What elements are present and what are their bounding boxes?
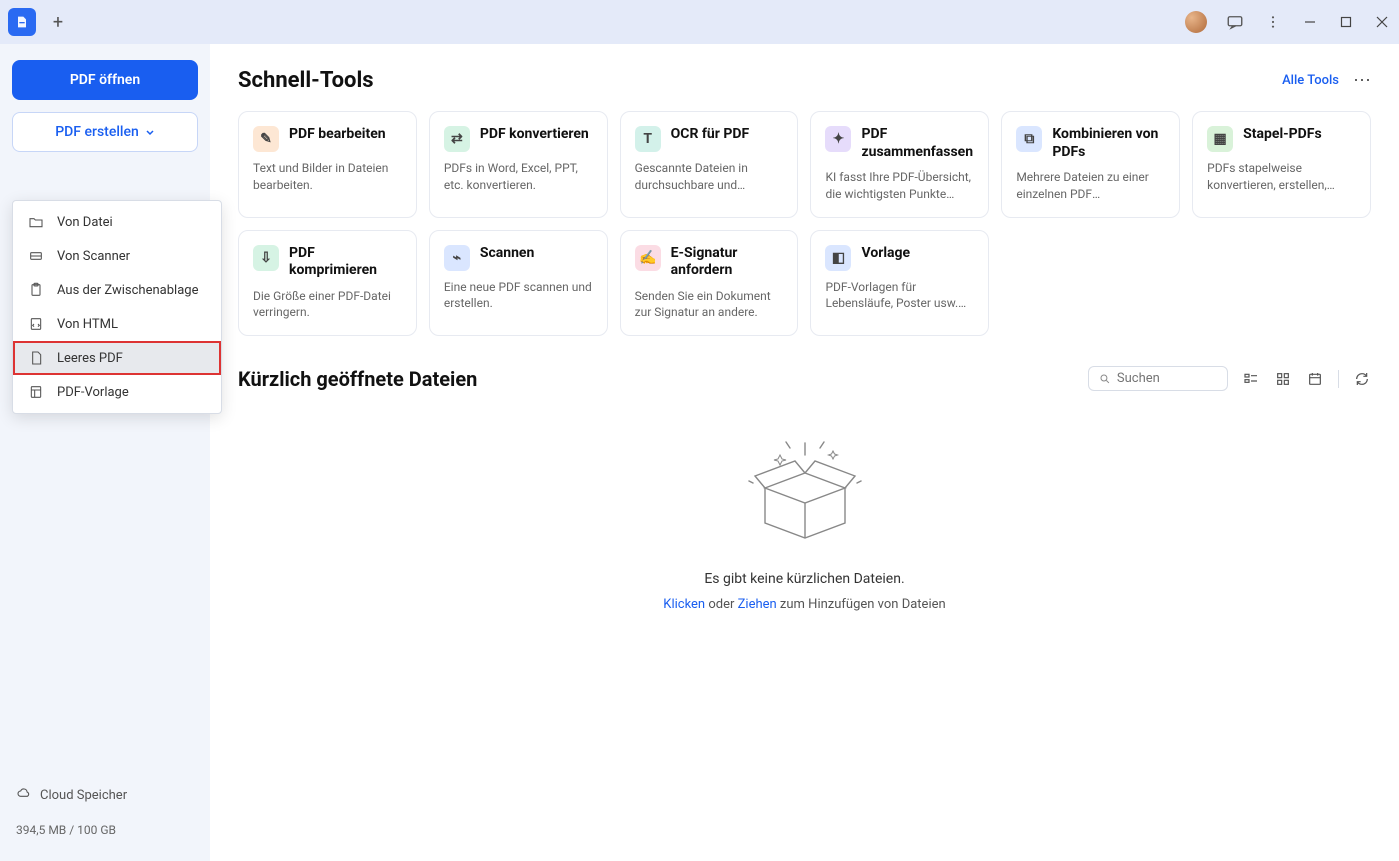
sidebar: PDF öffnen PDF erstellen PDFelement Clou… [0,44,210,861]
tool-title: PDF komprimieren [289,245,402,280]
storage-usage: 394,5 MB / 100 GB [16,823,194,837]
tool-title: E-Signatur anfordern [671,245,784,280]
tool-title: PDF konvertieren [480,126,589,144]
tool-icon: ✍ [635,245,661,271]
more-dots-icon[interactable]: ⋯ [1353,70,1371,91]
template-icon [27,383,45,401]
drag-link[interactable]: Ziehen [738,597,777,612]
tool-card[interactable]: ⇄ PDF konvertieren PDFs in Word, Excel, PP… [429,111,608,218]
avatar[interactable] [1185,11,1207,33]
view-grid-icon[interactable] [1274,370,1292,388]
refresh-icon[interactable] [1353,370,1371,388]
open-pdf-button[interactable]: PDF öffnen [12,60,198,100]
chevron-down-icon [145,127,155,137]
tool-desc: PDFs in Word, Excel, PPT, etc. konvertie… [444,160,593,194]
tool-desc: Die Größe einer PDF-Datei verringern. [253,288,402,322]
view-list-icon[interactable] [1242,370,1260,388]
tool-card[interactable]: ⇩ PDF komprimieren Die Größe einer PDF-Dat… [238,230,417,337]
menu-dots-icon[interactable] [1263,12,1283,32]
tool-title: Scannen [480,245,535,263]
clipboard-icon [27,281,45,299]
tool-card[interactable]: ⧉ Kombinieren von PDFs Mehrere Dateien zu … [1001,111,1180,218]
tool-card[interactable]: ✎ PDF bearbeiten Text und Bilder in Dateie… [238,111,417,218]
tool-card[interactable]: ▦ Stapel-PDFs PDFs stapelweise konvertiere… [1192,111,1371,218]
tool-title: PDF bearbeiten [289,126,386,144]
recent-files-title: Kürzlich geöffnete Dateien [238,367,477,391]
empty-text: Es gibt keine kürzlichen Dateien. [704,571,904,587]
tool-desc: Text und Bilder in Dateien bearbeiten. [253,160,402,194]
menu-blank-pdf[interactable]: Leeres PDF [13,341,221,375]
menu-label: Von Scanner [57,249,130,264]
tool-card[interactable]: T OCR für PDF Gescannte Dateien in durchsu… [620,111,799,218]
menu-label: Von Datei [57,215,113,230]
tool-desc: Eine neue PDF scannen und erstellen. [444,279,593,313]
search-box[interactable] [1088,366,1228,391]
divider [1338,370,1339,388]
click-link[interactable]: Klicken [663,597,705,612]
search-input[interactable] [1117,371,1217,386]
tool-icon: ⇩ [253,245,279,271]
menu-label: PDF-Vorlage [57,385,129,400]
tool-desc: KI fasst Ihre PDF-Übersicht, die wichtig… [825,169,974,203]
close-button[interactable] [1373,13,1391,31]
app-logo [8,8,36,36]
create-pdf-dropdown: Von Datei Von Scanner Aus der Zwischenab… [12,200,222,414]
tool-icon: ⇄ [444,126,470,152]
empty-subtitle: Klicken oder Ziehen zum Hinzufügen von D… [663,597,945,612]
tools-grid: ✎ PDF bearbeiten Text und Bilder in Dateie… [238,111,1371,336]
menu-pdf-template[interactable]: PDF-Vorlage [13,375,221,409]
empty-state: Es gibt keine kürzlichen Dateien. Klicke… [238,403,1371,612]
tool-desc: PDFs stapelweise konvertieren, erstellen… [1207,160,1356,194]
create-pdf-label: PDF erstellen [55,124,139,140]
blank-file-icon [27,349,45,367]
html-icon [27,315,45,333]
menu-from-scanner[interactable]: Von Scanner [13,239,221,273]
tool-title: Kombinieren von PDFs [1052,126,1165,161]
menu-from-clipboard[interactable]: Aus der Zwischenablage [13,273,221,307]
tool-icon: ✦ [825,126,851,152]
menu-from-html[interactable]: Von HTML [13,307,221,341]
menu-from-file[interactable]: Von Datei [13,205,221,239]
folder-icon [27,213,45,231]
tool-title: PDF zusammenfassen [861,126,974,161]
sidebar-footer: Cloud Speicher 394,5 MB / 100 GB [12,777,198,845]
maximize-button[interactable] [1337,13,1355,31]
titlebar: + [0,0,1399,44]
feedback-icon[interactable] [1225,12,1245,32]
tool-card[interactable]: ✍ E-Signatur anfordern Senden Sie ein Doku… [620,230,799,337]
tool-icon: T [635,126,661,152]
minimize-button[interactable] [1301,13,1319,31]
tool-card[interactable]: ◧ Vorlage PDF-Vorlagen für Lebensläufe, Po… [810,230,989,337]
menu-label: Aus der Zwischenablage [57,283,198,298]
tool-title: Vorlage [861,245,910,263]
quick-tools-title: Schnell-Tools [238,68,374,93]
tool-icon: ⧉ [1016,126,1042,152]
tool-title: OCR für PDF [671,126,750,144]
cloud-storage-row[interactable]: Cloud Speicher [16,785,194,805]
tool-card[interactable]: ⌁ Scannen Eine neue PDF scannen und erstel… [429,230,608,337]
main-content: Schnell-Tools Alle Tools ⋯ ✎ PDF bearbeit… [210,44,1399,861]
tool-icon: ⌁ [444,245,470,271]
tool-desc: Mehrere Dateien zu einer einzelnen PDF z… [1016,169,1165,203]
new-tab-button[interactable]: + [44,8,72,36]
search-icon [1099,372,1111,386]
tool-icon: ▦ [1207,126,1233,152]
tool-desc: PDF-Vorlagen für Lebensläufe, Poster usw… [825,279,974,313]
cloud-icon [16,785,32,805]
tool-title: Stapel-PDFs [1243,126,1322,144]
view-date-icon[interactable] [1306,370,1324,388]
empty-box-icon [735,433,875,553]
cloud-storage-label: Cloud Speicher [40,788,127,803]
scanner-icon [27,247,45,265]
tool-icon: ◧ [825,245,851,271]
menu-label: Von HTML [57,317,118,332]
all-tools-link[interactable]: Alle Tools [1282,73,1339,88]
create-pdf-button[interactable]: PDF erstellen [12,112,198,152]
tool-icon: ✎ [253,126,279,152]
menu-label: Leeres PDF [57,351,123,366]
tool-desc: Senden Sie ein Dokument zur Signatur an … [635,288,784,322]
tool-desc: Gescannte Dateien in durchsuchbare und b… [635,160,784,194]
tool-card[interactable]: ✦ PDF zusammenfassen KI fasst Ihre PDF-Übe… [810,111,989,218]
